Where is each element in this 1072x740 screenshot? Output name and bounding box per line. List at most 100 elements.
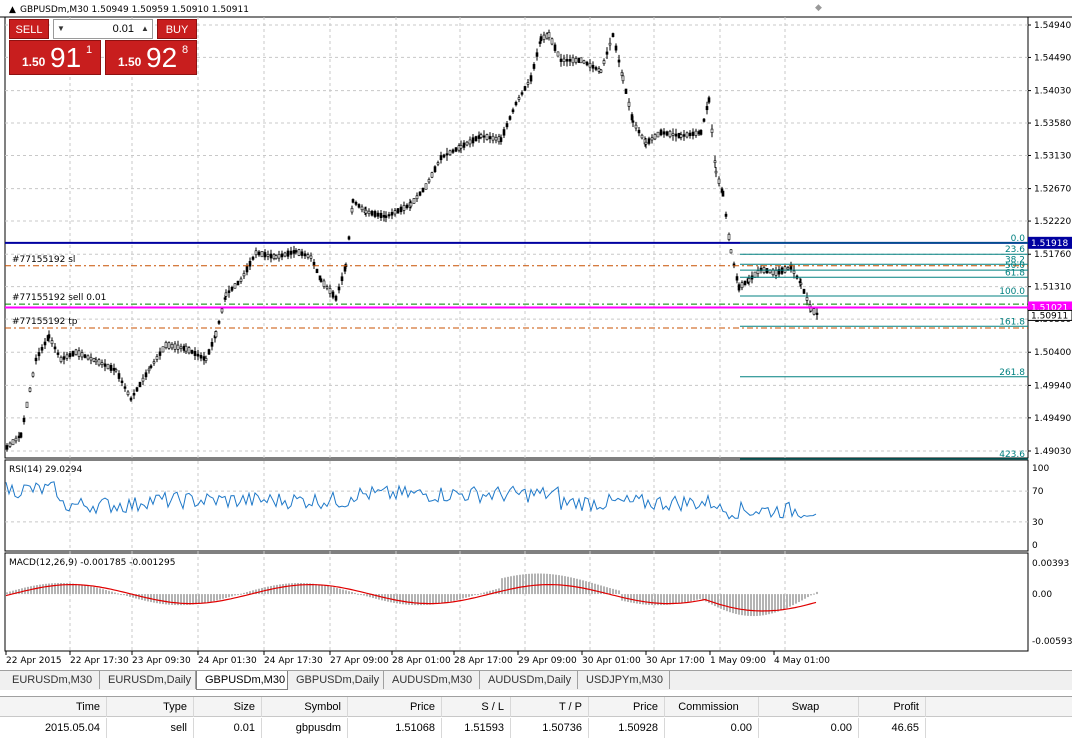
candle-body (367, 210, 371, 215)
candle-body (147, 368, 151, 372)
candle-body (602, 60, 606, 65)
candle-body (562, 58, 566, 62)
macd-histogram-bar (324, 585, 326, 595)
macd-histogram-bar (639, 594, 641, 604)
candle-body (164, 342, 168, 349)
macd-histogram-bar (276, 584, 278, 595)
candle-body (737, 284, 741, 291)
candle-body (340, 276, 344, 282)
macd-histogram-bar (597, 584, 599, 595)
candle-body (611, 33, 615, 38)
buy-price-button[interactable]: 1.50 92 8 (105, 40, 197, 75)
candle-body (688, 132, 692, 137)
price-label-5: 1.52670 (1034, 185, 1071, 195)
price-chart[interactable]: ▲ GBPUSDm,M30 1.50949 1.50959 1.50910 1.5… (0, 0, 1072, 670)
macd-histogram-bar (234, 594, 236, 596)
candle-body (390, 212, 394, 216)
macd-histogram-bar (813, 593, 815, 595)
candle-body (488, 136, 492, 140)
column-header-size[interactable]: Size (194, 697, 262, 717)
lot-up-icon[interactable]: ▲ (138, 20, 152, 38)
candle-body (792, 270, 796, 274)
candle-body (210, 342, 214, 347)
column-header-commission[interactable]: Commission (665, 697, 759, 717)
candle-body (710, 128, 714, 133)
candle-body (19, 432, 23, 438)
tab-audusdm-daily[interactable]: AUDUSDm,Daily (480, 671, 578, 689)
macd-histogram-bar (411, 594, 413, 605)
candle-body (80, 352, 84, 358)
macd-histogram-bar (321, 584, 323, 595)
candle-body (427, 179, 431, 183)
macd-histogram-bar (753, 594, 755, 617)
lot-down-icon[interactable]: ▼ (54, 20, 68, 38)
macd-histogram-bar (729, 594, 731, 613)
tab-usdjpym-m30[interactable]: USDJPYm,M30 (578, 671, 670, 689)
candle-body (717, 178, 721, 184)
candle-body (508, 116, 512, 120)
macd-histogram-bar (747, 594, 749, 616)
candle-body (170, 344, 174, 349)
candle-body (187, 347, 191, 354)
macd-histogram-bar (318, 584, 320, 595)
macd-histogram-bar (477, 594, 479, 596)
cell-type: sell (107, 718, 194, 738)
sell-button[interactable]: SELL (9, 19, 49, 39)
macd-histogram-bar (120, 594, 122, 596)
time-label-0: 22 Apr 2015 (6, 656, 62, 666)
tab-audusdm-m30[interactable]: AUDUSDm,M30 (384, 671, 480, 689)
buy-price-pips: 92 (146, 42, 178, 73)
order-sell-line-label: #77155192 sell 0.01 (12, 293, 106, 303)
macd-histogram-bar (777, 594, 779, 612)
macd-histogram-bar (54, 583, 56, 595)
candle-body (588, 62, 592, 68)
macd-histogram-bar (153, 594, 155, 603)
macd-histogram-bar (699, 594, 701, 599)
candle-body (729, 249, 733, 254)
column-header-swap[interactable]: Swap (759, 697, 859, 717)
macd-histogram-bar (342, 589, 344, 595)
macd-histogram-bar (114, 592, 116, 595)
column-header-t-p[interactable]: T / P (511, 697, 589, 717)
candle-body (634, 124, 638, 129)
candle-body (571, 57, 575, 64)
column-header-profit[interactable]: Profit (859, 697, 926, 717)
column-header-price[interactable]: Price (589, 697, 665, 717)
macd-histogram-bar (201, 594, 203, 604)
candle-body (682, 134, 686, 137)
candle-body (396, 208, 400, 214)
rsi-level-1: 70 (1032, 487, 1044, 497)
cell-s-l: 1.51593 (442, 718, 511, 738)
candle-body (556, 51, 560, 57)
macd-histogram-bar (168, 594, 170, 605)
candle-body (412, 198, 416, 204)
column-header-type[interactable]: Type (107, 697, 194, 717)
column-header-symbol[interactable]: Symbol (262, 697, 348, 717)
macd-histogram-bar (534, 573, 536, 595)
tab-eurusdm-daily[interactable]: EURUSDm,Daily (100, 671, 196, 689)
time-label-6: 28 Apr 01:00 (392, 656, 451, 666)
candle-body (399, 206, 403, 213)
buy-button[interactable]: BUY (157, 19, 197, 39)
column-header-s-l[interactable]: S / L (442, 697, 511, 717)
table-row[interactable]: 2015.05.04 10:18:02sell0.01gbpusdm1.5106… (0, 718, 1072, 738)
price-label-12: 1.49490 (1034, 414, 1071, 424)
macd-histogram-bar (615, 589, 617, 595)
candle-body (479, 134, 483, 138)
lot-size-input[interactable]: ▼ 0.01 ▲ (53, 19, 153, 39)
macd-histogram-bar (783, 594, 785, 610)
column-header-time[interactable]: Time (0, 697, 107, 717)
sell-price-button[interactable]: 1.50 91 1 (9, 40, 101, 75)
tab-gbpusdm-m30[interactable]: GBPUSDm,M30 (196, 671, 288, 690)
column-header-price[interactable]: Price (348, 697, 442, 717)
macd-histogram-bar (672, 594, 674, 605)
candle-body (559, 58, 563, 62)
candle-body (418, 191, 422, 196)
chart-window[interactable]: ▲ GBPUSDm,M30 1.50949 1.50959 1.50910 1.5… (0, 0, 1072, 670)
macd-histogram-bar (240, 593, 242, 595)
candle-body (774, 270, 778, 276)
tab-gbpusdm-daily[interactable]: GBPUSDm,Daily (288, 671, 384, 689)
tab-eurusdm-m30[interactable]: EURUSDm,M30 (4, 671, 100, 689)
candle-body (621, 75, 625, 82)
candle-body (100, 362, 104, 366)
